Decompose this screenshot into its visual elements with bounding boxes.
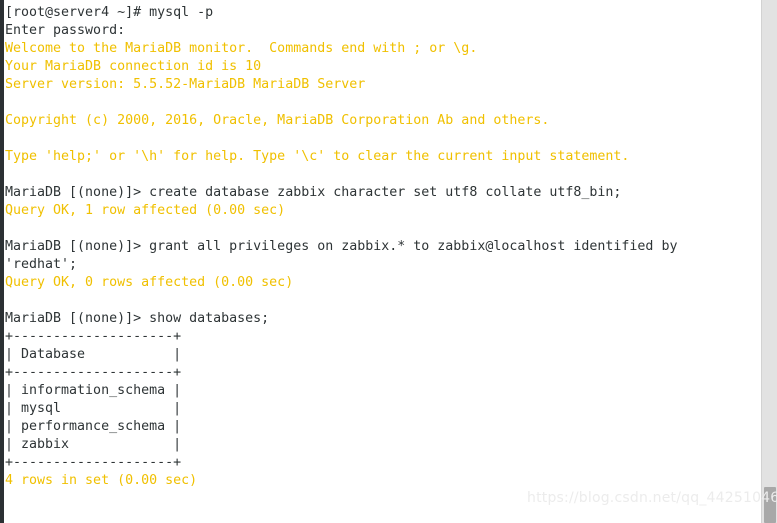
terminal-line: [root@server4 ~]# mysql -p xyxy=(5,5,214,20)
terminal-line: Enter password: xyxy=(5,23,126,38)
vertical-scrollbar[interactable] xyxy=(761,0,777,523)
terminal-line: +--------------------+ xyxy=(5,365,182,380)
terminal-line: MariaDB [(none)]> show databases; xyxy=(5,311,270,326)
terminal-line: Type 'help;' or '\h' for help. Type '\c'… xyxy=(5,149,630,164)
terminal-line: | zabbix | xyxy=(5,437,182,452)
terminal-scrollback: [root@server4 ~]# mysql -p Enter password… xyxy=(5,4,760,523)
terminal-line: | information_schema | xyxy=(5,383,182,398)
terminal-window: [root@server4 ~]# mysql -p Enter password… xyxy=(0,0,777,523)
terminal-line: 'redhat'; xyxy=(5,257,78,272)
terminal-line: Your MariaDB connection id is 10 xyxy=(5,59,262,74)
terminal-line: Copyright (c) 2000, 2016, Oracle, MariaD… xyxy=(5,113,550,128)
terminal-line: Query OK, 0 rows affected (0.00 sec) xyxy=(5,275,294,290)
terminal-line: Welcome to the MariaDB monitor. Commands… xyxy=(5,41,478,56)
terminal-line: 4 rows in set (0.00 sec) xyxy=(5,473,198,488)
terminal-line: +--------------------+ xyxy=(5,455,182,470)
terminal-line: | Database | xyxy=(5,347,182,362)
terminal-line: Query OK, 1 row affected (0.00 sec) xyxy=(5,203,286,218)
terminal-line: MariaDB [(none)]> create database zabbix… xyxy=(5,185,622,200)
vertical-scrollbar-thumb[interactable] xyxy=(764,487,776,523)
terminal-line: MariaDB [(none)]> grant all privileges o… xyxy=(5,239,678,254)
terminal-output-area[interactable]: [root@server4 ~]# mysql -p Enter password… xyxy=(4,0,760,523)
terminal-line: +--------------------+ xyxy=(5,329,182,344)
terminal-line: | mysql | xyxy=(5,401,182,416)
terminal-line: | performance_schema | xyxy=(5,419,182,434)
terminal-line: Server version: 5.5.52-MariaDB MariaDB S… xyxy=(5,77,366,92)
